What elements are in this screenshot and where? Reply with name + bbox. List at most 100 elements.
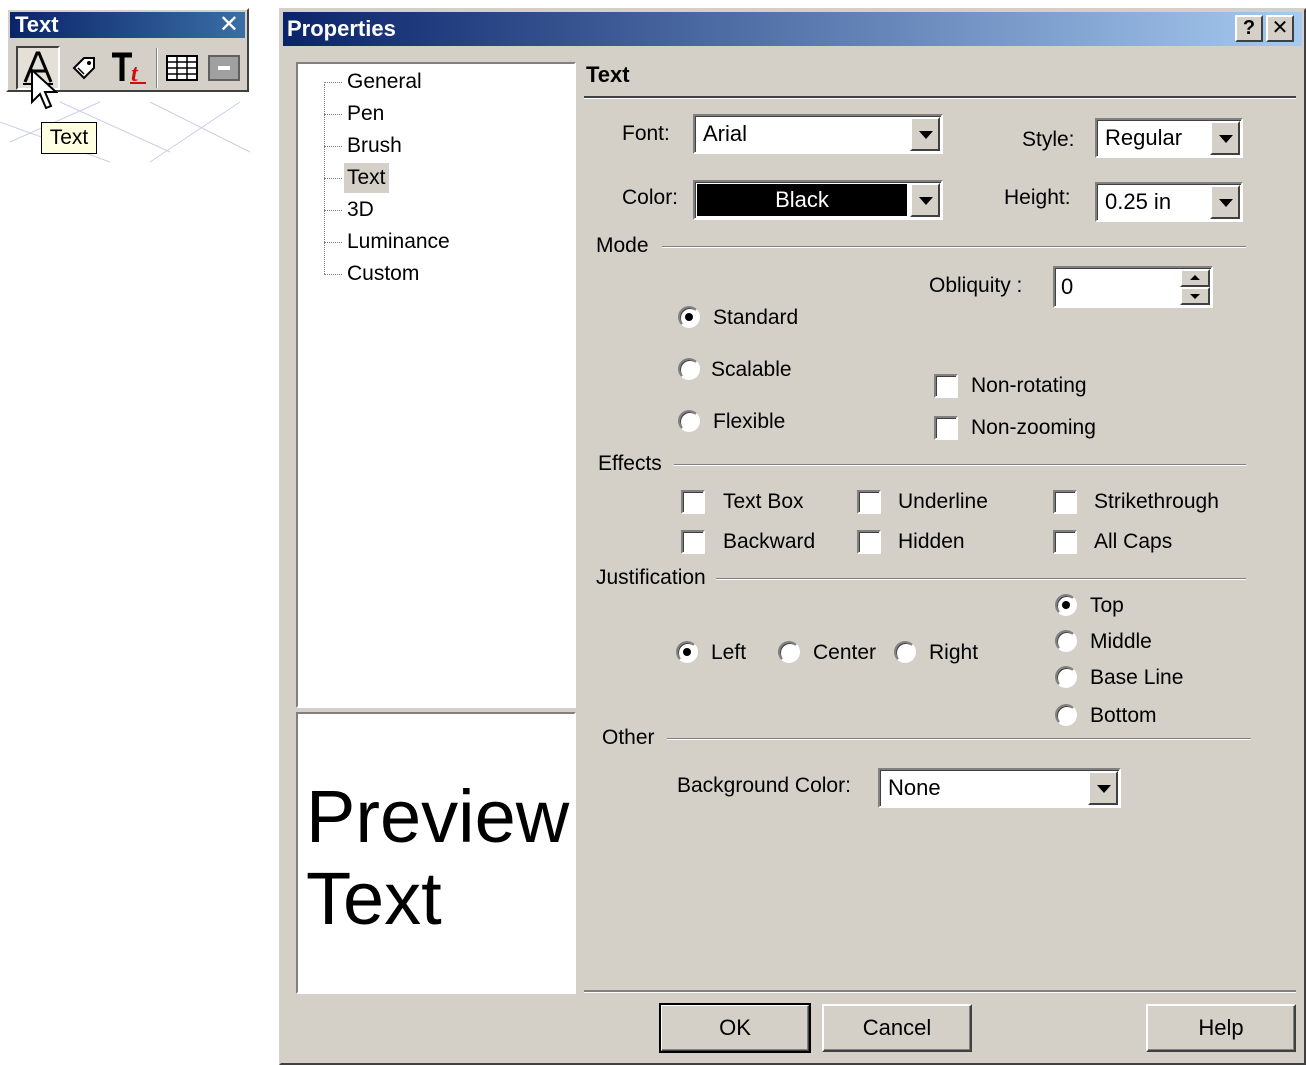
underline-checkbox[interactable] — [857, 490, 881, 514]
tree-connector — [324, 146, 342, 147]
height-label: Height: — [1004, 186, 1071, 209]
tag-icon — [72, 57, 95, 80]
background-color-value: None — [888, 775, 941, 800]
mode-scalable-label: Scalable — [711, 358, 792, 381]
toolbar-title: Text — [15, 12, 59, 37]
obliquity-value: 0 — [1061, 274, 1074, 299]
obliquity-label: Obliquity : — [929, 274, 1023, 297]
spin-up-icon[interactable] — [1180, 269, 1210, 287]
tree-item-brush[interactable]: Brush — [344, 131, 405, 161]
mouse-cursor-icon — [31, 68, 58, 110]
height-select[interactable]: 0.25 in — [1095, 182, 1243, 222]
height-value: 0.25 in — [1105, 189, 1172, 214]
dialog-title-bar[interactable]: Properties — [283, 12, 1302, 46]
justification-group-label: Justification — [596, 566, 706, 589]
backward-checkbox[interactable] — [681, 530, 705, 554]
close-icon[interactable]: ✕ — [1266, 15, 1294, 42]
non-zooming-label: Non-zooming — [971, 416, 1096, 439]
justify-baseline-radio[interactable] — [1055, 666, 1077, 688]
tree-item-luminance[interactable]: Luminance — [344, 227, 453, 257]
style-value: Regular — [1105, 125, 1183, 150]
justify-left-radio[interactable] — [676, 641, 698, 663]
chevron-down-icon[interactable] — [910, 117, 940, 151]
strikethrough-checkbox[interactable] — [1053, 490, 1077, 514]
mode-scalable-radio[interactable] — [678, 358, 700, 380]
preview-pane: Preview Text — [296, 712, 576, 994]
justify-middle-radio[interactable] — [1055, 630, 1077, 652]
table-tool-button[interactable] — [162, 46, 202, 90]
cancel-button[interactable]: Cancel — [822, 1004, 972, 1052]
other-group-label: Other — [602, 726, 655, 749]
minimize-tool-button[interactable] — [204, 46, 244, 90]
tree-item-text[interactable]: Text — [344, 163, 389, 193]
justify-center-radio[interactable] — [778, 641, 800, 663]
category-tree: General Pen Brush Text 3D Luminance Cust… — [296, 62, 576, 708]
justify-left-label: Left — [711, 641, 747, 664]
tree-connector — [324, 84, 325, 274]
other-group-line — [667, 738, 1251, 740]
color-value: Black — [697, 184, 907, 216]
hidden-label: Hidden — [898, 530, 965, 553]
minimize-icon — [208, 55, 240, 81]
justify-right-label: Right — [929, 641, 979, 664]
all-caps-checkbox[interactable] — [1053, 530, 1077, 554]
text-format-button[interactable]: t — [106, 46, 152, 90]
style-select[interactable]: Regular — [1095, 118, 1243, 158]
toolbar-tooltip: Text — [41, 122, 97, 154]
justify-right-radio[interactable] — [894, 641, 916, 663]
all-caps-label: All Caps — [1094, 530, 1173, 553]
text-box-label: Text Box — [723, 490, 804, 513]
tree-item-general[interactable]: General — [344, 67, 425, 97]
style-label: Style: — [1022, 128, 1075, 151]
chevron-down-icon[interactable] — [1210, 121, 1240, 155]
font-value: Arial — [703, 121, 748, 146]
chevron-down-icon[interactable] — [1210, 185, 1240, 219]
tree-connector — [324, 274, 342, 275]
toolbar-separator — [156, 48, 158, 88]
text-box-checkbox[interactable] — [681, 490, 705, 514]
chevron-down-icon[interactable] — [910, 183, 940, 217]
preview-text: Preview Text — [306, 776, 576, 940]
tree-connector — [324, 242, 342, 243]
font-label: Font: — [622, 122, 670, 145]
tree-item-pen[interactable]: Pen — [344, 99, 387, 129]
justify-center-label: Center — [813, 641, 877, 664]
font-select[interactable]: Arial — [693, 114, 943, 154]
justify-middle-label: Middle — [1090, 630, 1152, 653]
chevron-down-icon[interactable] — [1088, 771, 1118, 805]
mode-group-label: Mode — [596, 234, 649, 257]
obliquity-spinner[interactable]: 0 — [1053, 266, 1213, 308]
svg-text:t: t — [131, 61, 139, 85]
tree-item-3d[interactable]: 3D — [344, 195, 377, 225]
non-zooming-checkbox[interactable] — [934, 416, 958, 440]
underline-label: Underline — [898, 490, 988, 513]
dialog-title: Properties — [287, 16, 396, 41]
help-icon[interactable]: ? — [1235, 15, 1263, 42]
strikethrough-label: Strikethrough — [1094, 490, 1219, 513]
justify-bottom-radio[interactable] — [1055, 704, 1077, 726]
mode-standard-radio[interactable] — [678, 306, 700, 328]
button-bar-rule — [584, 990, 1296, 993]
color-select[interactable]: Black — [693, 180, 943, 220]
preview-line-1: Preview — [306, 775, 570, 858]
ok-button[interactable]: OK — [659, 1003, 811, 1053]
non-rotating-checkbox[interactable] — [934, 374, 958, 398]
justify-top-radio[interactable] — [1055, 594, 1077, 616]
tag-tool-button[interactable] — [64, 46, 104, 90]
justify-bottom-label: Bottom — [1090, 704, 1157, 727]
effects-group-line — [674, 464, 1246, 466]
mode-flexible-label: Flexible — [713, 410, 786, 433]
mode-flexible-radio[interactable] — [678, 410, 700, 432]
effects-group-label: Effects — [598, 452, 662, 475]
mode-standard-label: Standard — [713, 306, 799, 329]
spin-down-icon[interactable] — [1180, 287, 1210, 305]
background-color-select[interactable]: None — [878, 768, 1121, 808]
text-format-icon: t — [112, 52, 146, 85]
hidden-checkbox[interactable] — [857, 530, 881, 554]
tree-item-custom[interactable]: Custom — [344, 259, 422, 289]
help-button[interactable]: Help — [1146, 1004, 1296, 1052]
preview-line-2: Text — [306, 857, 442, 940]
toolbar-close-icon[interactable]: ✕ — [219, 12, 239, 38]
color-label: Color: — [622, 186, 679, 209]
toolbar-title-bar[interactable]: Text ✕ — [10, 12, 245, 38]
